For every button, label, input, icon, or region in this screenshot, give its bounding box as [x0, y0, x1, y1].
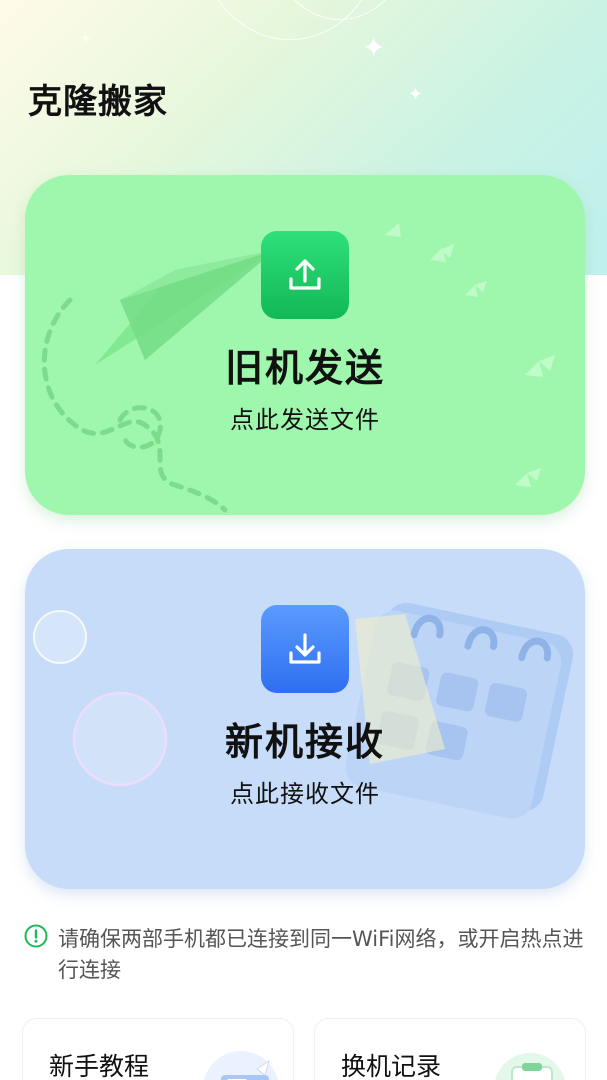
sparkle-icon: ✦ — [408, 84, 424, 105]
download-icon-tile — [261, 605, 349, 693]
sparkle-icon: ✦ — [362, 31, 386, 64]
send-card-subtitle: 点此发送文件 — [230, 406, 380, 434]
history-label: 换机记录 — [341, 1052, 442, 1080]
page-title: 克隆搬家 — [28, 82, 168, 122]
history-card[interactable]: 换机记录 — [315, 1019, 585, 1080]
receive-card-subtitle: 点此接收文件 — [230, 780, 380, 808]
download-icon — [289, 633, 321, 664]
send-card-title: 旧机发送 — [224, 346, 385, 390]
tutorial-card[interactable]: 新手教程 — [23, 1019, 293, 1080]
receive-card[interactable]: 新机接收 点此接收文件 — [25, 549, 585, 889]
info-circle-icon — [24, 924, 48, 948]
tutorial-label: 新手教程 — [49, 1052, 150, 1080]
history-icon — [495, 1053, 565, 1080]
notice-text: 请确保两部手机都已连接到同一WiFi网络，或开启热点进行连接 — [58, 927, 584, 982]
tutorial-icon — [204, 1051, 278, 1080]
upload-icon — [289, 259, 321, 290]
receive-card-title: 新机接收 — [224, 720, 385, 764]
send-card[interactable]: 旧机发送 点此发送文件 — [25, 175, 585, 515]
upload-icon-tile — [261, 231, 349, 319]
sparkle-icon: ✦ — [80, 31, 92, 47]
